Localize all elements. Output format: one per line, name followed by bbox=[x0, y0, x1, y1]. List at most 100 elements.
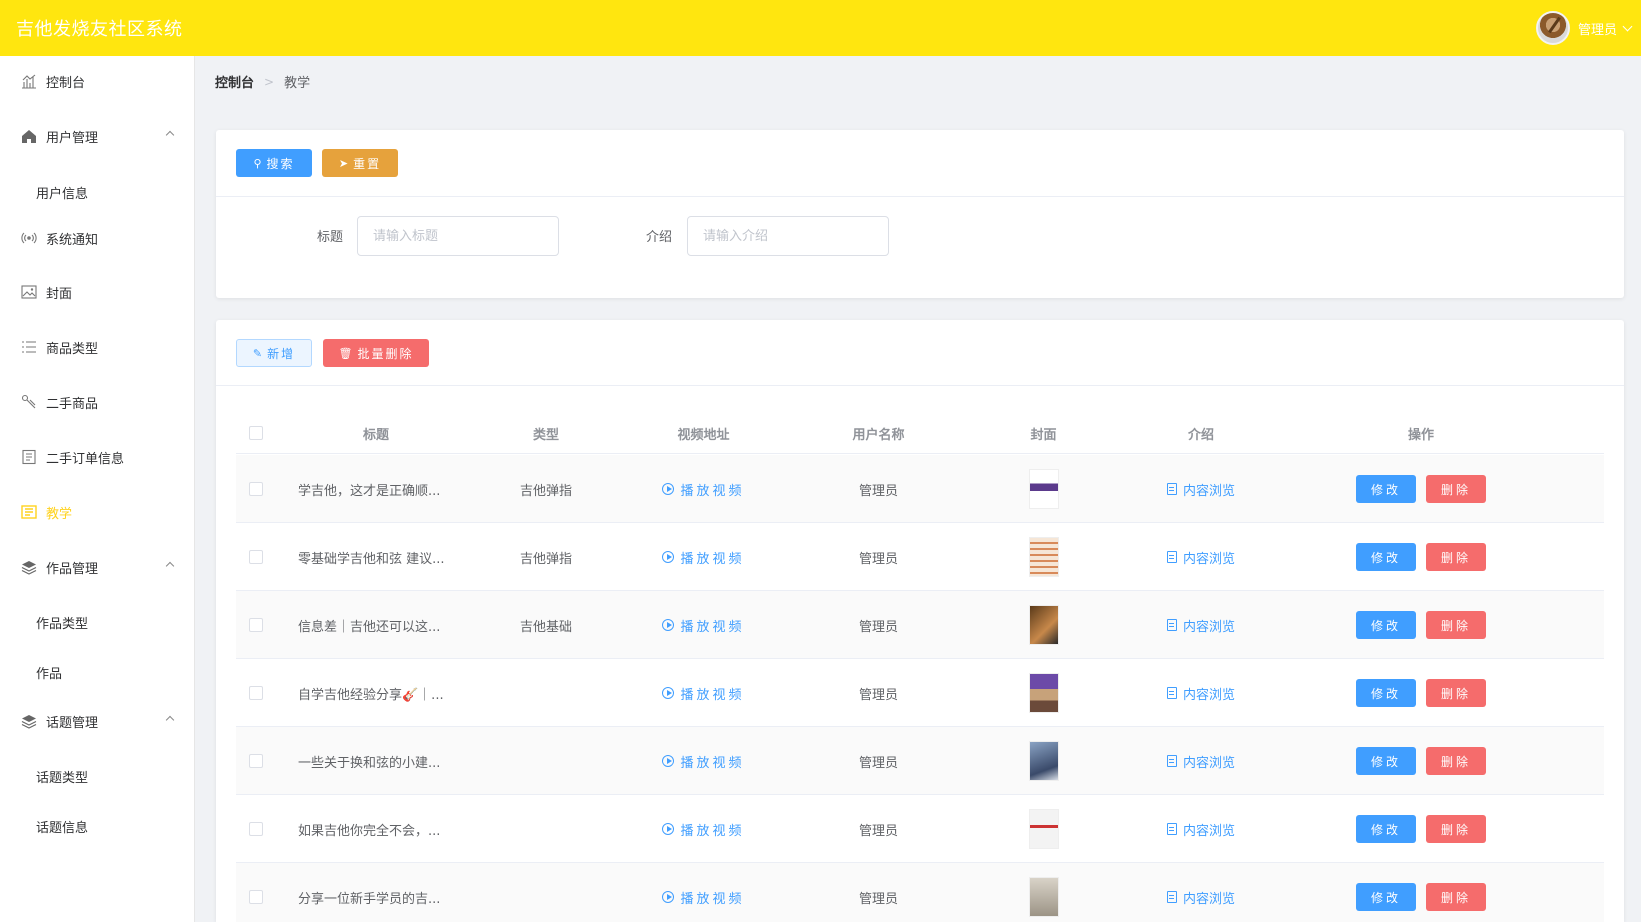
browse-content-link[interactable]: 内容浏览 bbox=[1166, 480, 1235, 499]
cover-thumbnail[interactable] bbox=[1028, 469, 1059, 509]
edit-button[interactable]: 修改 bbox=[1356, 815, 1416, 843]
actions-cell: 修改 删除 bbox=[1281, 591, 1561, 659]
cover-thumbnail[interactable] bbox=[1028, 741, 1059, 781]
browse-content-link[interactable]: 内容浏览 bbox=[1166, 684, 1235, 703]
chevron-down-icon[interactable] bbox=[1622, 21, 1633, 31]
delete-button[interactable]: 删除 bbox=[1426, 475, 1486, 503]
chevron-up-icon bbox=[165, 561, 175, 571]
sidebar-item-user-management[interactable]: 用户管理 bbox=[0, 116, 195, 156]
reset-button[interactable]: ➤ 重置 bbox=[322, 149, 398, 177]
sidebar-item-notifications[interactable]: 系统通知 bbox=[0, 218, 195, 258]
row-checkbox[interactable] bbox=[249, 822, 263, 836]
actions-cell: 修改 删除 bbox=[1281, 659, 1561, 727]
cover-thumbnail[interactable] bbox=[1028, 673, 1059, 713]
table-row: 如果吉他你完全不会，... 播放视频 管理员 内容浏览 修改 删除 bbox=[236, 795, 1604, 863]
delete-button[interactable]: 删除 bbox=[1426, 611, 1486, 639]
browse-content-link[interactable]: 内容浏览 bbox=[1166, 888, 1235, 907]
column-header[interactable]: 操作 bbox=[1281, 412, 1561, 454]
edit-button[interactable]: 修改 bbox=[1356, 747, 1416, 775]
edit-button[interactable]: 修改 bbox=[1356, 543, 1416, 571]
delete-button-label: 删除 bbox=[1440, 550, 1471, 565]
batch-delete-button[interactable]: 🗑 批量删除 bbox=[323, 339, 429, 367]
actions-cell: 修改 删除 bbox=[1281, 795, 1561, 863]
play-video-link[interactable]: 播放视频 bbox=[662, 752, 744, 771]
delete-button[interactable]: 删除 bbox=[1426, 815, 1486, 843]
sidebar-item-goods-type[interactable]: 商品类型 bbox=[0, 327, 195, 367]
sidebar-item-works-management[interactable]: 作品管理 bbox=[0, 547, 195, 587]
row-checkbox[interactable] bbox=[249, 890, 263, 904]
row-checkbox[interactable] bbox=[249, 618, 263, 632]
user-menu[interactable]: 管理员 bbox=[1535, 11, 1641, 45]
play-icon bbox=[662, 687, 675, 699]
sidebar-item-dashboard[interactable]: 控制台 bbox=[0, 61, 195, 101]
sidebar-item-topic-management[interactable]: 话题管理 bbox=[0, 701, 195, 741]
user-name[interactable]: 管理员 bbox=[1578, 19, 1617, 38]
intro-cell: 内容浏览 bbox=[1121, 795, 1281, 863]
row-checkbox[interactable] bbox=[249, 482, 263, 496]
cover-cell bbox=[966, 523, 1121, 591]
add-button[interactable]: ✎ 新增 bbox=[236, 339, 312, 367]
sidebar-item-user-info[interactable]: 用户信息 bbox=[0, 174, 195, 210]
column-header[interactable]: 介绍 bbox=[1121, 412, 1281, 454]
play-video-link[interactable]: 播放视频 bbox=[662, 684, 744, 703]
document-icon bbox=[20, 448, 38, 466]
browse-content-link[interactable]: 内容浏览 bbox=[1166, 752, 1235, 771]
edit-button[interactable]: 修改 bbox=[1356, 679, 1416, 707]
play-video-link[interactable]: 播放视频 bbox=[662, 616, 744, 635]
cover-thumbnail[interactable] bbox=[1028, 809, 1059, 849]
sidebar-item-topic-type[interactable]: 话题类型 bbox=[0, 758, 195, 794]
chart-icon bbox=[20, 72, 38, 90]
sidebar-item-second-hand-goods[interactable]: 二手商品 bbox=[0, 382, 195, 422]
select-all-checkbox[interactable] bbox=[249, 426, 263, 440]
row-checkbox[interactable] bbox=[249, 686, 263, 700]
play-icon bbox=[662, 755, 675, 767]
play-video-link[interactable]: 播放视频 bbox=[662, 480, 744, 499]
sidebar-item-works[interactable]: 作品 bbox=[0, 654, 195, 690]
browse-content-link[interactable]: 内容浏览 bbox=[1166, 616, 1235, 635]
sidebar-item-label: 二手订单信息 bbox=[46, 451, 125, 467]
title-input[interactable] bbox=[357, 216, 559, 256]
delete-button[interactable]: 删除 bbox=[1426, 747, 1486, 775]
delete-button[interactable]: 删除 bbox=[1426, 679, 1486, 707]
row-checkbox[interactable] bbox=[249, 754, 263, 768]
edit-button[interactable]: 修改 bbox=[1356, 611, 1416, 639]
sidebar-item-label: 教学 bbox=[46, 506, 73, 522]
sidebar-item-order-info[interactable]: 二手订单信息 bbox=[0, 437, 195, 477]
cover-thumbnail[interactable] bbox=[1028, 605, 1059, 645]
document-icon bbox=[1166, 891, 1177, 903]
play-icon bbox=[662, 551, 675, 563]
avatar[interactable] bbox=[1535, 11, 1570, 45]
column-header[interactable]: 标题 bbox=[276, 412, 476, 454]
cover-thumbnail[interactable] bbox=[1028, 537, 1059, 577]
column-header[interactable]: 用户名称 bbox=[791, 412, 966, 454]
sidebar-item-teaching[interactable]: 教学 bbox=[0, 492, 195, 532]
browse-content-link[interactable]: 内容浏览 bbox=[1166, 548, 1235, 567]
column-header[interactable]: 类型 bbox=[476, 412, 616, 454]
title-cell: 零基础学吉他和弦 建议... bbox=[298, 551, 445, 567]
search-button[interactable]: ⚲ 搜索 bbox=[236, 149, 312, 177]
broadcast-icon bbox=[20, 229, 38, 247]
play-video-link[interactable]: 播放视频 bbox=[662, 548, 744, 567]
sidebar-item-cover[interactable]: 封面 bbox=[0, 272, 195, 312]
edit-button[interactable]: 修改 bbox=[1356, 883, 1416, 911]
document-icon bbox=[1166, 483, 1177, 495]
delete-button[interactable]: 删除 bbox=[1426, 543, 1486, 571]
document-icon bbox=[1166, 619, 1177, 631]
delete-button[interactable]: 删除 bbox=[1426, 883, 1486, 911]
sidebar-item-topic-info[interactable]: 话题信息 bbox=[0, 808, 195, 844]
column-header[interactable]: 视频地址 bbox=[616, 412, 791, 454]
cover-thumbnail[interactable] bbox=[1028, 877, 1059, 917]
play-video-link[interactable]: 播放视频 bbox=[662, 888, 744, 907]
column-header[interactable]: 封面 bbox=[966, 412, 1121, 454]
intro-input[interactable] bbox=[687, 216, 889, 256]
browse-content-label: 内容浏览 bbox=[1182, 891, 1235, 907]
play-video-link[interactable]: 播放视频 bbox=[662, 820, 744, 839]
sidebar-item-works-type[interactable]: 作品类型 bbox=[0, 604, 195, 640]
table-row: 学吉他，这才是正确顺... 吉他弹指 播放视频 管理员 内容浏览 修改 删除 bbox=[236, 455, 1604, 523]
edit-button[interactable]: 修改 bbox=[1356, 475, 1416, 503]
browse-content-link[interactable]: 内容浏览 bbox=[1166, 820, 1235, 839]
row-checkbox[interactable] bbox=[249, 550, 263, 564]
document-icon bbox=[1166, 755, 1177, 767]
user-cell: 管理员 bbox=[858, 891, 898, 907]
breadcrumb-home[interactable]: 控制台 bbox=[215, 72, 254, 91]
